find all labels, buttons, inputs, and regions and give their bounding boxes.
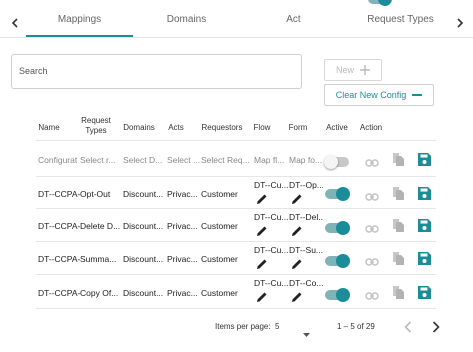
copy-icon[interactable] bbox=[392, 186, 405, 206]
cell-acts: Privac... bbox=[167, 288, 198, 298]
plus-icon bbox=[360, 65, 370, 75]
new-row-domains-select[interactable]: Select D... bbox=[123, 155, 165, 165]
cell-form: DT--Su... bbox=[289, 245, 323, 255]
cell-requestors: Customer bbox=[201, 189, 238, 199]
link-icon[interactable] bbox=[365, 155, 379, 173]
cell-request-types: Summa... bbox=[80, 254, 117, 264]
row-divider bbox=[36, 176, 436, 177]
cell-acts: Privac... bbox=[167, 221, 198, 231]
row-divider bbox=[36, 208, 436, 209]
cell-name: DT--CCPA-I bbox=[38, 254, 80, 264]
header-request-types-line1: Request bbox=[81, 116, 111, 125]
tab-request-types[interactable]: Request Types bbox=[347, 14, 454, 25]
next-page-icon[interactable] bbox=[432, 320, 440, 338]
header-active: Active bbox=[326, 123, 348, 132]
copy-icon[interactable] bbox=[392, 152, 405, 172]
row-divider bbox=[36, 274, 436, 275]
cell-domains: Discount... bbox=[123, 288, 164, 298]
cell-name: DT--CCPA-I bbox=[38, 189, 80, 199]
cell-flow: DT--Cu... bbox=[254, 245, 288, 255]
tab-mappings[interactable]: Mappings bbox=[26, 14, 133, 25]
tab-scroll-right-icon[interactable] bbox=[447, 9, 473, 37]
header-domains: Domains bbox=[123, 123, 155, 132]
header-name: Name bbox=[38, 123, 60, 132]
link-icon[interactable] bbox=[365, 189, 379, 207]
link-icon[interactable] bbox=[365, 254, 379, 272]
save-icon[interactable] bbox=[418, 187, 431, 205]
new-row-form-select[interactable]: Map fo... bbox=[289, 155, 323, 165]
cell-request-types: Opt-Out bbox=[80, 189, 111, 199]
edit-flow-icon[interactable] bbox=[256, 224, 268, 242]
new-row-request-types-select[interactable]: Select r... bbox=[80, 155, 120, 165]
items-per-page-select[interactable]: 5 bbox=[275, 322, 279, 331]
active-toggle-knob[interactable] bbox=[336, 221, 350, 235]
save-icon[interactable] bbox=[418, 219, 431, 237]
edit-flow-icon[interactable] bbox=[256, 290, 268, 308]
active-toggle-knob[interactable] bbox=[336, 288, 350, 302]
cell-form: DT--Del... bbox=[289, 212, 323, 222]
header-acts: Acts bbox=[168, 123, 184, 132]
new-button[interactable]: New bbox=[324, 59, 382, 81]
header-action: Action bbox=[359, 123, 383, 132]
cell-request-types: Copy Of... bbox=[80, 288, 119, 298]
edit-flow-icon[interactable] bbox=[256, 257, 268, 275]
previous-page-icon[interactable] bbox=[404, 320, 412, 338]
cell-requestors: Customer bbox=[201, 254, 238, 264]
header-request-types-line2: Types bbox=[85, 126, 107, 135]
cell-flow: DT--Cu... bbox=[254, 180, 288, 190]
cell-form: DT--Op... bbox=[289, 180, 323, 190]
edit-form-icon[interactable] bbox=[291, 257, 303, 275]
header-form: Form bbox=[288, 123, 308, 132]
header-divider bbox=[36, 140, 436, 141]
new-row-active-toggle-knob[interactable] bbox=[324, 155, 338, 169]
link-icon[interactable] bbox=[365, 288, 379, 306]
row-divider bbox=[36, 308, 436, 309]
cell-flow: DT--Cu... bbox=[254, 212, 288, 222]
top-toggle-knob[interactable] bbox=[378, 0, 392, 6]
header-flow: Flow bbox=[253, 123, 271, 132]
save-icon[interactable] bbox=[418, 153, 431, 171]
cell-name: DT--CCPA-I bbox=[38, 221, 80, 231]
active-toggle-knob[interactable] bbox=[336, 254, 350, 268]
copy-icon[interactable] bbox=[392, 218, 405, 238]
new-button-label: New bbox=[335, 65, 354, 75]
new-row-requestors-select[interactable]: Select Req... bbox=[201, 155, 253, 165]
tab-scroll-left-icon[interactable] bbox=[2, 9, 28, 37]
tab-act[interactable]: Act bbox=[240, 14, 347, 25]
clear-new-config-label: Clear New Config bbox=[335, 90, 407, 100]
search-input[interactable] bbox=[11, 54, 302, 89]
cell-requestors: Customer bbox=[201, 288, 238, 298]
new-row-acts-select[interactable]: Select ... bbox=[167, 155, 201, 165]
edit-form-icon[interactable] bbox=[291, 290, 303, 308]
items-per-page-label: Items per page: bbox=[215, 322, 271, 331]
save-icon[interactable] bbox=[418, 286, 431, 304]
edit-form-icon[interactable] bbox=[291, 224, 303, 242]
link-icon[interactable] bbox=[365, 221, 379, 239]
cell-acts: Privac... bbox=[167, 189, 198, 199]
cell-form: DT--Co... bbox=[289, 278, 323, 288]
clear-new-config-button[interactable]: Clear New Config bbox=[324, 84, 434, 106]
cell-domains: Discount... bbox=[123, 221, 164, 231]
active-toggle-knob[interactable] bbox=[336, 187, 350, 201]
save-icon[interactable] bbox=[418, 252, 431, 270]
cell-name: DT--CCPA-I bbox=[38, 288, 80, 298]
active-tab-indicator bbox=[26, 35, 133, 37]
copy-icon[interactable] bbox=[392, 251, 405, 271]
cell-domains: Discount... bbox=[123, 189, 164, 199]
new-row-flow-select[interactable]: Map fl... bbox=[254, 155, 288, 165]
cell-domains: Discount... bbox=[123, 254, 164, 264]
minus-icon bbox=[412, 94, 423, 96]
new-row-name-input[interactable]: Configurat bbox=[38, 155, 80, 165]
cell-requestors: Customer bbox=[201, 221, 238, 231]
header-requestors: Requestors bbox=[201, 123, 243, 132]
tab-domains[interactable]: Domains bbox=[133, 14, 240, 25]
pagination-range: 1 – 5 of 29 bbox=[337, 322, 375, 331]
dropdown-caret-icon[interactable] bbox=[303, 324, 310, 342]
copy-icon[interactable] bbox=[392, 285, 405, 305]
cell-request-types: Delete D... bbox=[80, 221, 120, 231]
search-placeholder: Search bbox=[19, 66, 48, 76]
cell-flow: DT--Cu... bbox=[254, 278, 288, 288]
cell-acts: Privac... bbox=[167, 254, 198, 264]
row-divider bbox=[36, 241, 436, 242]
